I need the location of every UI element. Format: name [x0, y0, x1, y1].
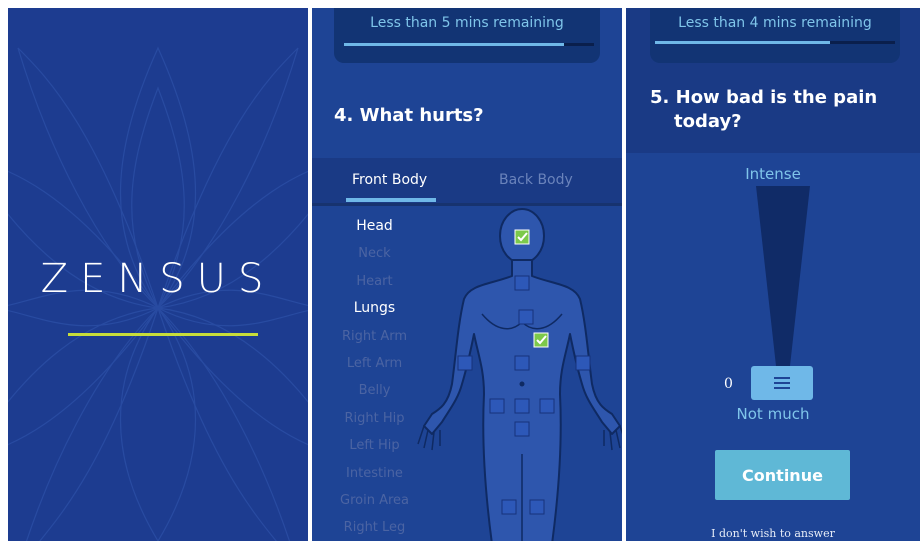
marker-lungs-checked — [533, 332, 549, 348]
question-line-1: 5. How bad is the pain — [650, 87, 878, 108]
continue-button[interactable]: Continue — [715, 450, 850, 500]
tab-back-body[interactable]: Back Body — [499, 172, 573, 188]
body-tabs: Front Body Back Body — [312, 158, 622, 206]
question-area: Less than 4 mins remaining 5. How bad is… — [626, 8, 920, 153]
pain-scale-track[interactable] — [626, 186, 920, 376]
marker-left-leg — [529, 499, 545, 515]
scale-top-label: Intense — [745, 165, 801, 183]
marker-right-hip — [489, 398, 505, 414]
scale-bottom-label: Not much — [736, 405, 810, 423]
progress-fill — [655, 41, 831, 44]
logo-underline — [68, 333, 258, 336]
progress-text: Less than 4 mins remaining — [678, 15, 872, 31]
skip-link[interactable]: I don't wish to answer — [626, 527, 920, 540]
progress-text: Less than 5 mins remaining — [370, 15, 564, 31]
marker-right-leg — [501, 499, 517, 515]
marker-belly — [514, 355, 530, 371]
marker-intestine — [514, 421, 530, 437]
progress-card: Less than 5 mins remaining — [334, 8, 600, 63]
body-figure — [417, 208, 622, 541]
progress-bar — [655, 41, 895, 44]
active-tab-indicator — [346, 198, 436, 202]
marker-neck — [514, 275, 530, 291]
question-line-2: today? — [674, 111, 742, 132]
progress-bar — [344, 43, 594, 46]
pain-scale-screen: Less than 4 mins remaining 5. How bad is… — [626, 8, 920, 541]
progress-fill — [344, 43, 564, 46]
scale-min-value: 0 — [724, 376, 733, 392]
marker-head-checked — [514, 229, 530, 245]
marker-right-arm — [457, 355, 473, 371]
marker-groin — [514, 398, 530, 414]
marker-left-hip — [539, 398, 555, 414]
question-title: 5. How bad is the pain today? — [650, 86, 877, 134]
app-logo: ZENSUS — [40, 256, 276, 302]
tab-front-body[interactable]: Front Body — [352, 172, 427, 188]
pain-slider-thumb[interactable] — [751, 366, 813, 400]
question-title: 4. What hurts? — [334, 105, 484, 126]
body-map-screen: Less than 5 mins remaining 4. What hurts… — [312, 8, 622, 541]
marker-heart — [518, 309, 534, 325]
marker-left-arm — [575, 355, 591, 371]
progress-card: Less than 4 mins remaining — [650, 8, 900, 63]
splash-screen: ZENSUS — [8, 8, 308, 541]
